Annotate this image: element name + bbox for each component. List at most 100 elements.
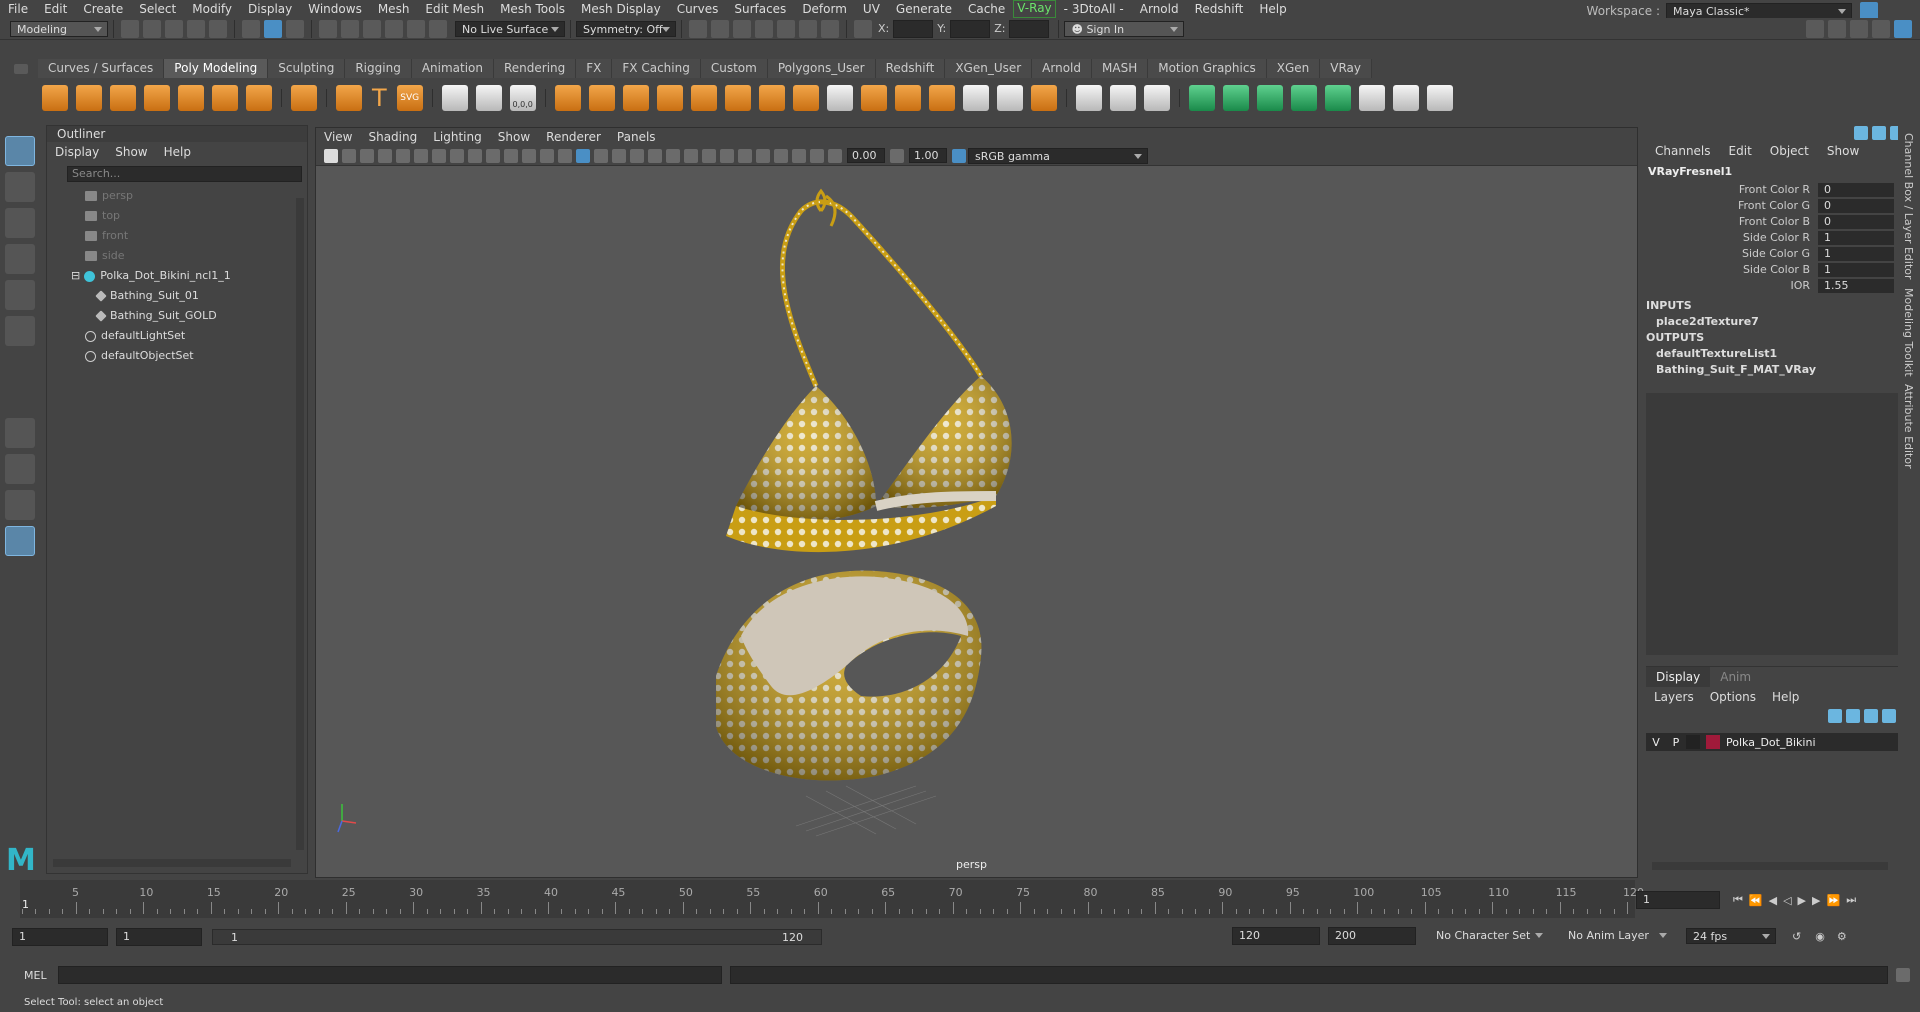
four-view-layout-icon[interactable] <box>5 454 35 484</box>
command-input[interactable] <box>58 966 722 984</box>
layer-row[interactable]: V P Polka_Dot_Bikini <box>1646 733 1898 751</box>
scene-end-field[interactable]: 200 <box>1328 927 1416 945</box>
outliner-item-default-object-set[interactable]: defaultObjectSet <box>85 346 307 366</box>
tab-rigging[interactable]: Rigging <box>345 59 412 78</box>
modeling-toolkit-icon[interactable] <box>1806 19 1824 38</box>
viewport-menu-view[interactable]: View <box>316 128 360 146</box>
select-hierarchy-icon[interactable] <box>242 19 260 38</box>
tab-fx-caching[interactable]: FX Caching <box>612 59 701 78</box>
tab-custom[interactable]: Custom <box>700 59 768 78</box>
outliner-item-bikini-group[interactable]: ⊟ Polka_Dot_Bikini_ncl1_1 <box>71 266 307 286</box>
tab-rendering[interactable]: Rendering <box>494 59 577 78</box>
sign-in-button[interactable]: ☻ Sign In <box>1064 20 1185 37</box>
layer-playback-toggle[interactable]: P <box>1666 736 1686 749</box>
playback-start-field[interactable]: 1 <box>116 928 202 946</box>
automatic-map-icon[interactable] <box>1290 85 1317 111</box>
tab-anim[interactable]: Anim <box>1710 667 1761 687</box>
field-chart-icon[interactable] <box>504 148 518 163</box>
resolution-gate-icon[interactable] <box>468 148 482 163</box>
workspace-dropdown[interactable]: Maya Classic* <box>1666 3 1852 19</box>
multi-cut-icon[interactable] <box>1075 85 1102 111</box>
gamma-icon[interactable] <box>890 148 904 163</box>
outliner-search-input[interactable]: Search... <box>67 166 302 182</box>
select-tool-icon[interactable] <box>5 136 35 166</box>
super-shape-icon[interactable] <box>336 85 362 111</box>
move-layer-up-icon[interactable] <box>1828 709 1842 723</box>
poly-sphere-icon[interactable] <box>42 85 68 111</box>
play-forward-icon[interactable]: ▶ <box>1798 894 1806 907</box>
attr-value[interactable]: 1 <box>1818 247 1894 261</box>
insert-edge-loop-icon[interactable] <box>1030 85 1057 111</box>
tab-mash[interactable]: MASH <box>1092 59 1149 78</box>
live-surface-field[interactable]: No Live Surface <box>455 20 565 37</box>
step-back-icon[interactable]: ⏪ <box>1749 894 1763 907</box>
cylindrical-map-icon[interactable] <box>1222 85 1249 111</box>
tab-xgen[interactable]: XGen <box>1266 59 1321 78</box>
attr-value[interactable]: 0 <box>1818 199 1894 213</box>
depth-of-field-icon[interactable] <box>738 148 752 163</box>
bookmarks-icon[interactable] <box>360 148 374 163</box>
tab-animation[interactable]: Animation <box>411 59 494 78</box>
platonic-solid-icon[interactable] <box>291 85 317 111</box>
menu-modify[interactable]: Modify <box>184 0 240 18</box>
layer-menu-help[interactable]: Help <box>1764 687 1807 707</box>
scene-start-field[interactable]: 1 <box>12 928 108 946</box>
poly-disc-icon[interactable] <box>246 85 272 111</box>
tab-motion-graphics[interactable]: Motion Graphics <box>1148 59 1267 78</box>
channel-filter-icon[interactable] <box>1854 126 1868 140</box>
render-frame-icon[interactable] <box>711 19 729 38</box>
redo-icon[interactable] <box>209 19 227 38</box>
menu-display[interactable]: Display <box>240 0 300 18</box>
layer-color-swatch[interactable] <box>1706 735 1720 749</box>
node-name[interactable]: VRayFresnel1 <box>1646 165 1906 178</box>
uv-editor-icon[interactable] <box>1358 85 1385 111</box>
2d-pan-zoom-icon[interactable] <box>396 148 410 163</box>
outliner-item-front[interactable]: front <box>85 226 307 246</box>
command-language-toggle[interactable]: MEL <box>24 969 58 982</box>
lasso-tool-icon[interactable] <box>5 172 35 202</box>
menu-generate[interactable]: Generate <box>888 0 960 18</box>
ipr-render-icon[interactable] <box>733 19 751 38</box>
outliner-item-persp[interactable]: persp <box>85 186 307 206</box>
menu-surfaces[interactable]: Surfaces <box>726 0 794 18</box>
tab-fx[interactable]: FX <box>576 59 613 78</box>
attr-value[interactable]: 1 <box>1818 263 1894 277</box>
hypershade-icon[interactable] <box>755 19 773 38</box>
safe-title-icon[interactable] <box>540 148 554 163</box>
camera-attributes-icon[interactable] <box>342 148 356 163</box>
reduce-icon[interactable] <box>724 85 751 111</box>
menu-windows[interactable]: Windows <box>300 0 370 18</box>
bevel-icon[interactable] <box>928 85 955 111</box>
select-component-icon[interactable] <box>286 19 304 38</box>
new-scene-icon[interactable] <box>121 19 139 38</box>
separate-icon[interactable] <box>588 85 615 111</box>
bikini-top-mesh[interactable] <box>726 188 1012 553</box>
outliner-item-side[interactable]: side <box>85 246 307 266</box>
center-pivot-icon[interactable]: 0,0,0 <box>509 85 536 111</box>
layer-type-toggle[interactable] <box>1686 735 1700 749</box>
outliner-horizontal-scrollbar[interactable] <box>53 859 291 867</box>
new-layer-icon[interactable] <box>1864 709 1878 723</box>
save-scene-icon[interactable] <box>165 19 183 38</box>
channel-menu-object[interactable]: Object <box>1761 141 1818 161</box>
layer-menu-options[interactable]: Options <box>1702 687 1764 707</box>
wireframe-icon[interactable] <box>558 148 572 163</box>
sew-uv-icon[interactable] <box>1426 85 1453 111</box>
snap-curve-icon[interactable] <box>341 19 359 38</box>
move-layer-down-icon[interactable] <box>1846 709 1860 723</box>
channel-sync-icon[interactable] <box>1872 126 1886 140</box>
menu-edit-mesh[interactable]: Edit Mesh <box>417 0 492 18</box>
gate-mask-icon[interactable] <box>486 148 500 163</box>
tab-poly-modeling[interactable]: Poly Modeling <box>164 59 269 78</box>
open-scene-icon[interactable] <box>143 19 161 38</box>
symmetry-dropdown[interactable]: Symmetry: Off <box>576 20 676 37</box>
textured-icon[interactable] <box>630 148 644 163</box>
connect-tool-icon[interactable] <box>1143 85 1170 111</box>
channel-menu-edit[interactable]: Edit <box>1720 141 1761 161</box>
character-set-dropdown[interactable]: No Character Set <box>1430 928 1548 944</box>
menu-deform[interactable]: Deform <box>794 0 855 18</box>
tab-xgen-user[interactable]: XGen_User <box>945 59 1033 78</box>
unfold-icon[interactable] <box>1324 85 1351 111</box>
step-forward-icon[interactable]: ⏩ <box>1826 894 1840 907</box>
exposure-field[interactable]: 0.00 <box>847 148 885 163</box>
